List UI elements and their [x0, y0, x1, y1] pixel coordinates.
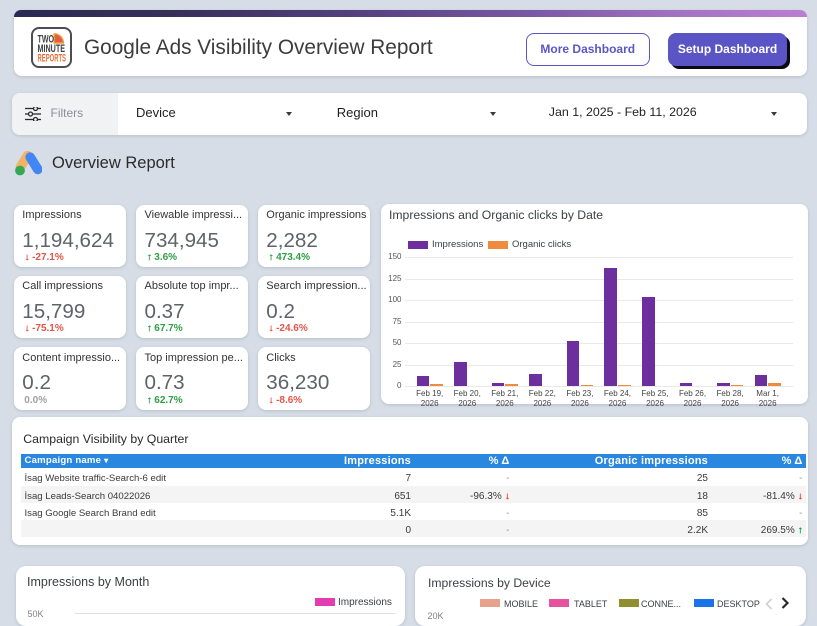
svg-text:REPORTS: REPORTS	[38, 53, 67, 65]
